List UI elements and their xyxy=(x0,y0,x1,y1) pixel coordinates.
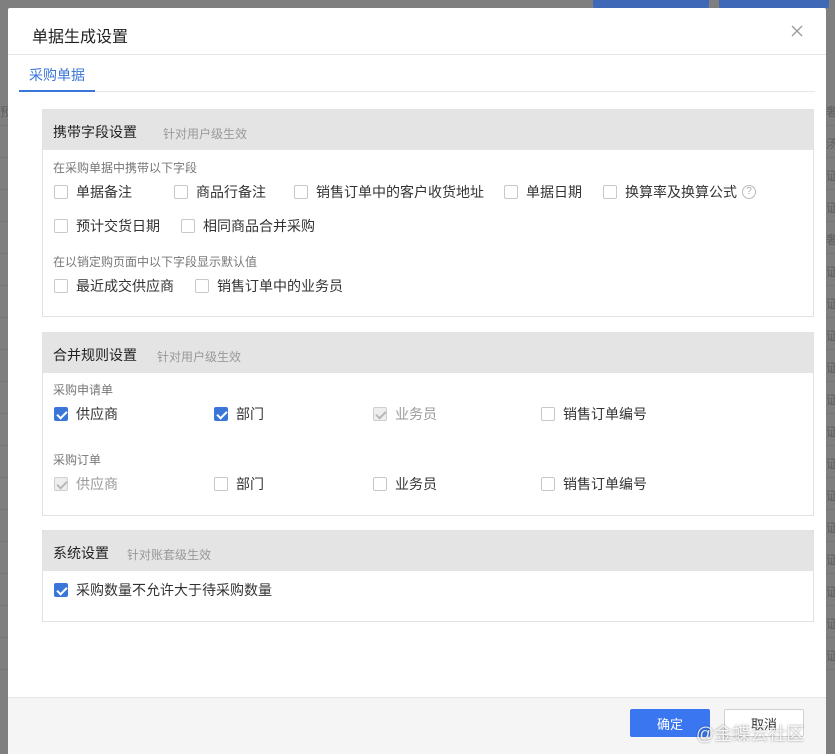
section-title: 合并规则设置 xyxy=(53,347,137,363)
checkbox-request-supplier[interactable]: 供应商 xyxy=(54,405,118,423)
section-title: 携带字段设置 xyxy=(53,124,137,140)
checkbox-box[interactable] xyxy=(214,477,228,491)
checkbox-box[interactable] xyxy=(181,219,195,233)
checkbox-request-salesperson: 业务员 xyxy=(373,405,437,423)
checkbox-request-department[interactable]: 部门 xyxy=(214,405,264,423)
checkbox-label: 销售订单编号 xyxy=(563,406,647,422)
bg-generate-order-button xyxy=(719,0,829,8)
help-icon[interactable]: ? xyxy=(742,185,756,199)
watermark: @金蝶云社区 xyxy=(696,724,805,744)
group-label: 在以销定购页面中以下字段显示默认值 xyxy=(53,255,258,269)
checkbox-order-salesperson[interactable]: 业务员 xyxy=(373,475,437,493)
dialog-title: 单据生成设置 xyxy=(32,29,129,46)
checkbox-box[interactable] xyxy=(504,185,518,199)
checkbox-sales-salesperson[interactable]: 销售订单中的业务员 xyxy=(195,277,343,295)
bg-table-cell: 证 xyxy=(826,201,835,215)
checkbox-request-sales-order-no[interactable]: 销售订单编号 xyxy=(541,405,647,423)
checkbox-label: 供应商 xyxy=(76,476,118,492)
checkbox-box[interactable] xyxy=(174,185,188,199)
group-label: 采购订单 xyxy=(53,453,102,467)
checkbox-label: 业务员 xyxy=(395,476,437,492)
checkbox-label: 最近成交供应商 xyxy=(76,278,174,294)
checkbox-doc-remark[interactable]: 单据备注 xyxy=(54,183,132,201)
checkbox-box[interactable] xyxy=(195,279,209,293)
bg-table-cell: 证 xyxy=(826,489,835,503)
checkbox-box[interactable] xyxy=(541,477,555,491)
bg-table-cell: 证 xyxy=(826,169,835,183)
checkbox-label: 供应商 xyxy=(76,406,118,422)
checkbox-merge-same-goods[interactable]: 相同商品合并采购 xyxy=(181,217,315,235)
checkbox-line-remark[interactable]: 商品行备注 xyxy=(174,183,266,201)
section-header: 系统设置 针对账套级生效 xyxy=(43,531,813,571)
checkbox-box xyxy=(54,477,68,491)
checkbox-recent-supplier[interactable]: 最近成交供应商 xyxy=(54,277,174,295)
bg-table-cell: 证 xyxy=(826,297,835,311)
checkbox-order-department[interactable]: 部门 xyxy=(214,475,264,493)
checkbox-label: 单据备注 xyxy=(76,184,132,200)
checkbox-box[interactable] xyxy=(603,185,617,199)
checkbox-qty-limit[interactable]: 采购数量不允许大于待采购数量 xyxy=(54,581,272,599)
checkbox-box[interactable] xyxy=(54,279,68,293)
checkbox-label: 换算率及换算公式 xyxy=(625,184,737,200)
section-scope: 针对用户级生效 xyxy=(157,350,242,364)
checkbox-expected-delivery[interactable]: 预计交货日期 xyxy=(54,217,160,235)
checkbox-box[interactable] xyxy=(54,219,68,233)
section-scope: 针对账套级生效 xyxy=(127,548,212,562)
bg-table-cell: 证 xyxy=(826,425,835,439)
checkbox-box[interactable] xyxy=(54,407,68,421)
checkbox-customer-address[interactable]: 销售订单中的客户收货地址 xyxy=(294,183,484,201)
checkbox-label: 销售订单中的客户收货地址 xyxy=(316,184,484,200)
checkbox-label: 销售订单编号 xyxy=(563,476,647,492)
checkbox-box[interactable] xyxy=(54,185,68,199)
settings-dialog: 单据生成设置 采购单据 携带字段设置 针对用户级生效 在采购单据中携带以下字段 … xyxy=(8,8,826,754)
checkbox-label: 预计交货日期 xyxy=(76,218,160,234)
checkbox-box[interactable] xyxy=(373,477,387,491)
bg-table-cell: 证 xyxy=(826,521,835,535)
bg-table-cell: 证 xyxy=(826,649,835,663)
bg-table-cell: 汤 xyxy=(826,137,835,151)
checkbox-label: 部门 xyxy=(236,406,264,422)
checkbox-box[interactable] xyxy=(294,185,308,199)
bg-table-cell: 证 xyxy=(826,393,835,407)
bg-table-cell: 证 xyxy=(826,265,835,279)
tab-purchase-documents[interactable]: 采购单据 xyxy=(19,55,95,92)
merge-rules-section: 合并规则设置 针对用户级生效 采购申请单 供应商 部门 业务员 销售订单编号 采… xyxy=(42,332,814,516)
section-header: 携带字段设置 针对用户级生效 xyxy=(43,110,813,150)
section-scope: 针对用户级生效 xyxy=(163,127,248,141)
bg-table-cell: 奢 xyxy=(826,233,835,247)
checkbox-label: 部门 xyxy=(236,476,264,492)
checkbox-label: 销售订单中的业务员 xyxy=(217,278,343,294)
group-label: 采购申请单 xyxy=(53,383,114,397)
group-label: 在采购单据中携带以下字段 xyxy=(53,161,198,175)
checkbox-box[interactable] xyxy=(54,583,68,597)
checkbox-order-supplier: 供应商 xyxy=(54,475,118,493)
close-icon[interactable] xyxy=(790,24,804,38)
carry-fields-section: 携带字段设置 针对用户级生效 在采购单据中携带以下字段 单据备注 商品行备注 销… xyxy=(42,109,814,317)
bg-table-cell: 证 xyxy=(826,361,835,375)
checkbox-box[interactable] xyxy=(214,407,228,421)
tab-bar: 采购单据 xyxy=(19,55,815,92)
checkbox-box xyxy=(373,407,387,421)
checkbox-order-sales-order-no[interactable]: 销售订单编号 xyxy=(541,475,647,493)
checkbox-conversion-rate[interactable]: 换算率及换算公式 ? xyxy=(603,183,756,201)
bg-generate-request-button xyxy=(593,0,709,8)
checkbox-label: 相同商品合并采购 xyxy=(203,218,315,234)
bg-table-cell: 证 xyxy=(826,553,835,567)
bg-table-cell: 奢 xyxy=(826,105,835,119)
dialog-header: 单据生成设置 xyxy=(8,8,826,55)
checkbox-label: 单据日期 xyxy=(526,184,582,200)
checkbox-label: 商品行备注 xyxy=(196,184,266,200)
system-settings-section: 系统设置 针对账套级生效 采购数量不允许大于待采购数量 xyxy=(42,530,814,622)
bg-table-cell: 证 xyxy=(826,329,835,343)
checkbox-label: 采购数量不允许大于待采购数量 xyxy=(76,582,272,598)
checkbox-box[interactable] xyxy=(541,407,555,421)
bg-table-cell: 证 xyxy=(826,617,835,631)
checkbox-label: 业务员 xyxy=(395,406,437,422)
section-header: 合并规则设置 针对用户级生效 xyxy=(43,333,813,373)
checkbox-doc-date[interactable]: 单据日期 xyxy=(504,183,582,201)
bg-table-cell: 证 xyxy=(826,585,835,599)
section-title: 系统设置 xyxy=(53,545,109,561)
bg-table-cell: 证 xyxy=(826,457,835,471)
